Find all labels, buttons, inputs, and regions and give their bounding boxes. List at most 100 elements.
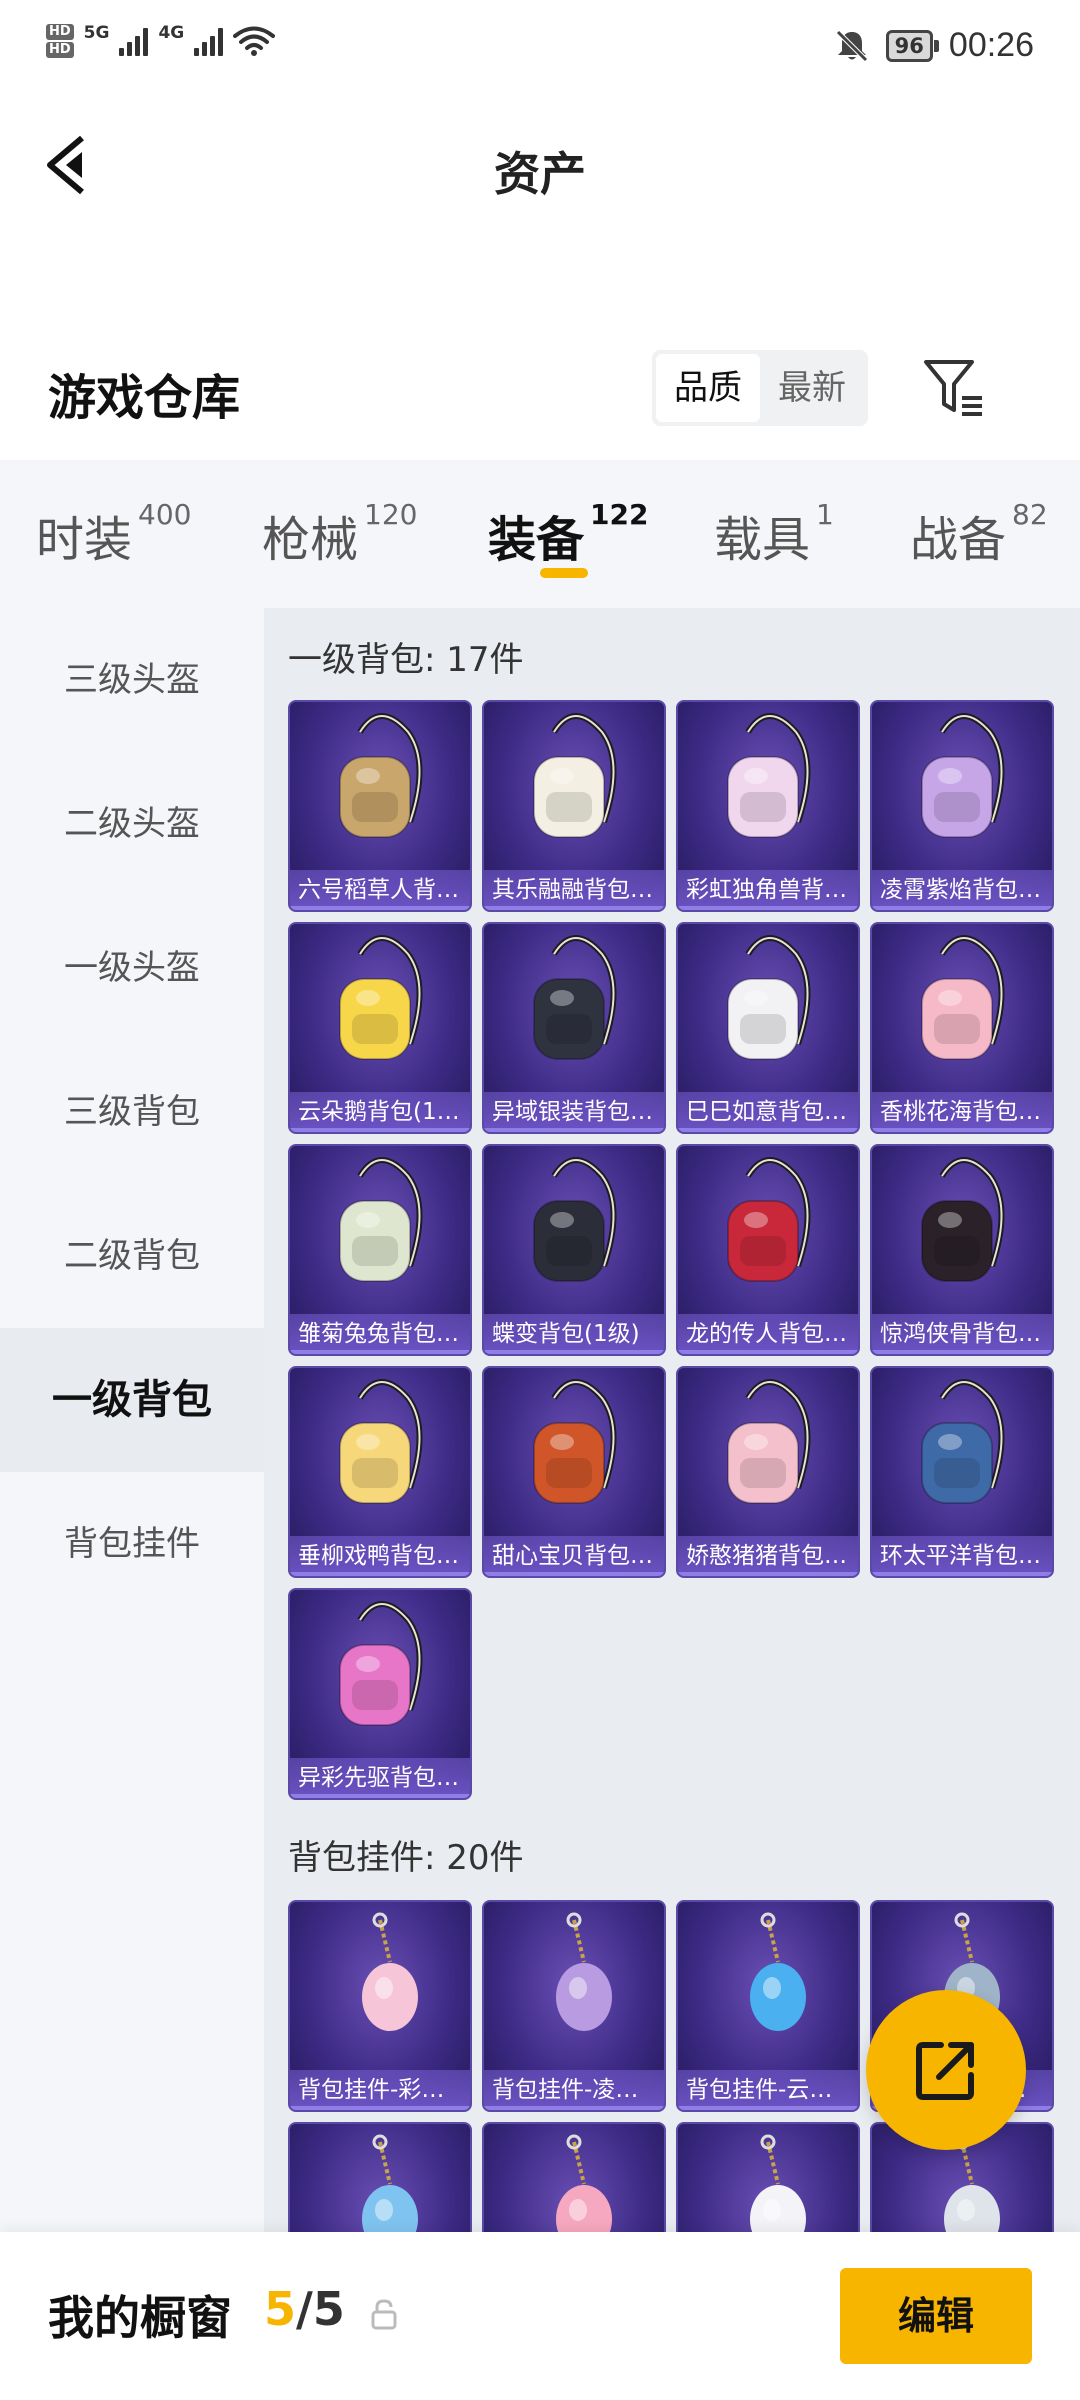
card-underline (678, 2106, 858, 2110)
item-name: 背包挂件-云朵鹅 (678, 2070, 858, 2110)
battery-indicator: 96 (885, 29, 940, 62)
filter-button[interactable] (920, 354, 986, 420)
card-underline (290, 1794, 470, 1798)
item-name: 龙的传人背包(1级) (678, 1314, 858, 1354)
card-underline (872, 1350, 1052, 1354)
backpack-card[interactable]: 彩虹独角兽背包(1级) (676, 700, 860, 912)
charm-card[interactable]: 背包挂件-兔兔 (676, 2122, 860, 2240)
card-underline (290, 1128, 470, 1132)
backpack-grid: 六号稻草人背包(1级) 其乐融融背包(1级) 彩虹独角兽背包(1级) 凌霄紫焰背包(1… (288, 700, 1080, 1800)
card-underline (290, 906, 470, 910)
charm-card[interactable]: 背包挂件-彩虹冰淇淋 (288, 1900, 472, 2112)
charm-card[interactable]: 背包挂件-樱花 (482, 2122, 666, 2240)
item-name: 背包挂件-彩虹冰淇淋 (290, 2070, 470, 2110)
backpack-icon (339, 1601, 423, 1726)
network-4g-label: 4G (158, 23, 185, 43)
backpack-card[interactable]: 甜心宝贝背包(1级) (482, 1366, 666, 1578)
backpack-card[interactable]: 巳巳如意背包(1级) (676, 922, 860, 1134)
sidebar-item-backpack-2[interactable]: 二级背包 (0, 1184, 264, 1328)
filter-icon (924, 360, 982, 416)
backpack-card[interactable]: 垂柳戏鸭背包(1级) (288, 1366, 472, 1578)
sidebar-item-helmet-3[interactable]: 三级头盔 (0, 608, 264, 752)
backpack-card[interactable]: 惊鸿侠骨背包(1级) (870, 1144, 1054, 1356)
backpack-icon (339, 1379, 423, 1504)
card-underline (678, 1572, 858, 1576)
tab-count: 1 (816, 498, 834, 531)
warehouse-title: 游戏仓库 (48, 370, 241, 426)
backpack-card[interactable]: 香桃花海背包(1级) (870, 922, 1054, 1134)
card-underline (484, 1350, 664, 1354)
backpack-icon (339, 1157, 423, 1282)
card-underline (678, 1350, 858, 1354)
tab-tactical[interactable]: 战备 82 (910, 498, 1048, 570)
sort-toggle: 品质 最新 (652, 350, 868, 426)
backpack-card[interactable]: 其乐融融背包(1级) (482, 700, 666, 912)
tab-equipment[interactable]: 装备 122 (488, 498, 649, 570)
showcase-count: 5/5 (264, 2282, 345, 2336)
backpack-card[interactable]: 六号稻草人背包(1级) (288, 700, 472, 912)
backpack-icon (921, 1157, 1005, 1282)
hd-label-2: HD (46, 42, 74, 58)
sidebar-item-backpack-3[interactable]: 三级背包 (0, 1040, 264, 1184)
backpack-card[interactable]: 异域银装背包(1级) (482, 922, 666, 1134)
charm-card[interactable]: 背包挂件-云朵鹅 (676, 1900, 860, 2112)
backpack-icon (533, 1379, 617, 1504)
item-name: 云朵鹅背包(1级) (290, 1092, 470, 1132)
warehouse-header: 游戏仓库 品质 最新 (0, 330, 1080, 450)
item-name: 六号稻草人背包(1级) (290, 870, 470, 910)
backpack-card[interactable]: 云朵鹅背包(1级) (288, 922, 472, 1134)
item-name: 惊鸿侠骨背包(1级) (872, 1314, 1052, 1354)
backpack-icon (921, 1379, 1005, 1504)
card-underline (872, 906, 1052, 910)
item-name: 异彩先驱背包(1级) (290, 1758, 470, 1798)
card-underline (484, 1128, 664, 1132)
mute-bell-icon (835, 29, 868, 62)
charm-card[interactable]: 背包挂件-凌霄紫焰 (482, 1900, 666, 2112)
backpack-icon (921, 713, 1005, 838)
card-underline (290, 1572, 470, 1576)
section-title-backpack-1: 一级背包: 17件 (288, 640, 524, 680)
page-title: 资产 (494, 147, 586, 201)
clock: 00:26 (948, 26, 1034, 64)
tab-guns[interactable]: 枪械 120 (262, 498, 418, 570)
share-button[interactable] (866, 1990, 1026, 2150)
backpack-card[interactable]: 雏菊兔兔背包(1级) (288, 1144, 472, 1356)
nav-bar: 资产 (0, 100, 1080, 230)
tab-fashion[interactable]: 时装 400 (36, 498, 191, 570)
sidebar-item-helmet-1[interactable]: 一级头盔 (0, 896, 264, 1040)
status-bar: HD HD 5G 4G 96 00:26 (0, 0, 1080, 100)
card-underline (484, 906, 664, 910)
sort-option-quality[interactable]: 品质 (656, 354, 760, 422)
edit-button[interactable]: 编辑 (840, 2268, 1032, 2364)
sidebar-item-backpack-charms[interactable]: 背包挂件 (0, 1472, 264, 1616)
showcase-total: 5 (312, 2282, 345, 2336)
backpack-card[interactable]: 凌霄紫焰背包(1级) (870, 700, 1054, 912)
tab-vehicles[interactable]: 载具 1 (714, 498, 834, 570)
item-name: 香桃花海背包(1级) (872, 1092, 1052, 1132)
card-underline (872, 1128, 1052, 1132)
showcase-label: 我的橱窗 (48, 2291, 232, 2345)
tab-label: 时装 (36, 512, 133, 568)
backpack-card[interactable]: 娇憨猪猪背包(1级) (676, 1366, 860, 1578)
showcase-current: 5 (264, 2282, 297, 2336)
charm-card[interactable]: 背包挂件-蓝焰 (288, 2122, 472, 2240)
backpack-card[interactable]: 龙的传人背包(1级) (676, 1144, 860, 1356)
signal-icon-2 (194, 26, 224, 56)
tab-count: 122 (590, 498, 649, 531)
backpack-icon (533, 1157, 617, 1282)
backpack-icon (533, 935, 617, 1060)
sidebar-item-helmet-2[interactable]: 二级头盔 (0, 752, 264, 896)
tab-label: 枪械 (262, 512, 359, 568)
hd-indicator: HD HD (46, 24, 74, 58)
card-underline (678, 1128, 858, 1132)
backpack-card[interactable]: 异彩先驱背包(1级) (288, 1588, 472, 1800)
backpack-card[interactable]: 蝶变背包(1级) (482, 1144, 666, 1356)
tab-count: 120 (364, 498, 418, 531)
item-name: 甜心宝贝背包(1级) (484, 1536, 664, 1576)
backpack-card[interactable]: 环太平洋背包(1级) (870, 1366, 1054, 1578)
category-tabs: 时装 400 枪械 120 装备 122 载具 1 战备 82 (0, 460, 1080, 608)
active-tab-indicator (540, 568, 588, 578)
sort-option-latest[interactable]: 最新 (760, 354, 864, 422)
item-name: 垂柳戏鸭背包(1级) (290, 1536, 470, 1576)
sidebar-item-backpack-1[interactable]: 一级背包 (0, 1328, 264, 1472)
